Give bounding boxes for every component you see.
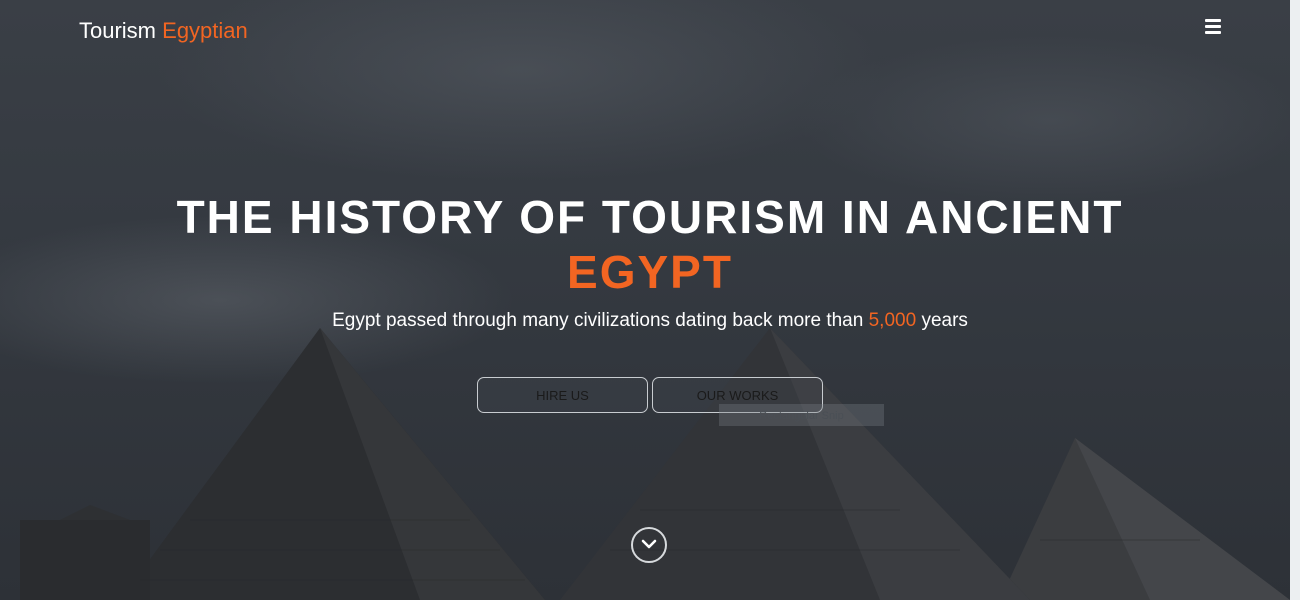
top-navbar: Tourism Egyptian [0, 0, 1290, 64]
hero-title-highlight: EGYPT [567, 246, 733, 298]
subtitle-highlight: 5,000 [868, 310, 917, 331]
subtitle-text-before: Egypt passed through many civilizations … [332, 310, 864, 331]
hero-title: THE HISTORY OF TOURISM IN ANCIENT EGYPT [0, 190, 1300, 300]
snip-tooltip: Rectangular Snip [719, 404, 884, 426]
chevron-down-icon [641, 539, 657, 549]
subtitle-text-after: years [921, 310, 968, 331]
brand-name-part2: Egyptian [162, 18, 248, 43]
pyramids-background [20, 328, 1290, 600]
hamburger-menu-icon[interactable] [1202, 16, 1224, 38]
hero-title-line1: THE HISTORY OF TOURISM IN ANCIENT [176, 191, 1124, 243]
brand-logo[interactable]: Tourism Egyptian [79, 18, 248, 44]
brand-name-part1: Tourism [79, 18, 157, 43]
scroll-down-button[interactable] [631, 527, 667, 563]
hero-subtitle: Egypt passed through many civilizations … [0, 310, 1300, 332]
hero-section: Tourism Egyptian THE HISTORY OF TOURISM … [0, 0, 1300, 600]
page-edge [1290, 0, 1300, 600]
hire-us-button[interactable]: HIRE US [477, 377, 648, 413]
